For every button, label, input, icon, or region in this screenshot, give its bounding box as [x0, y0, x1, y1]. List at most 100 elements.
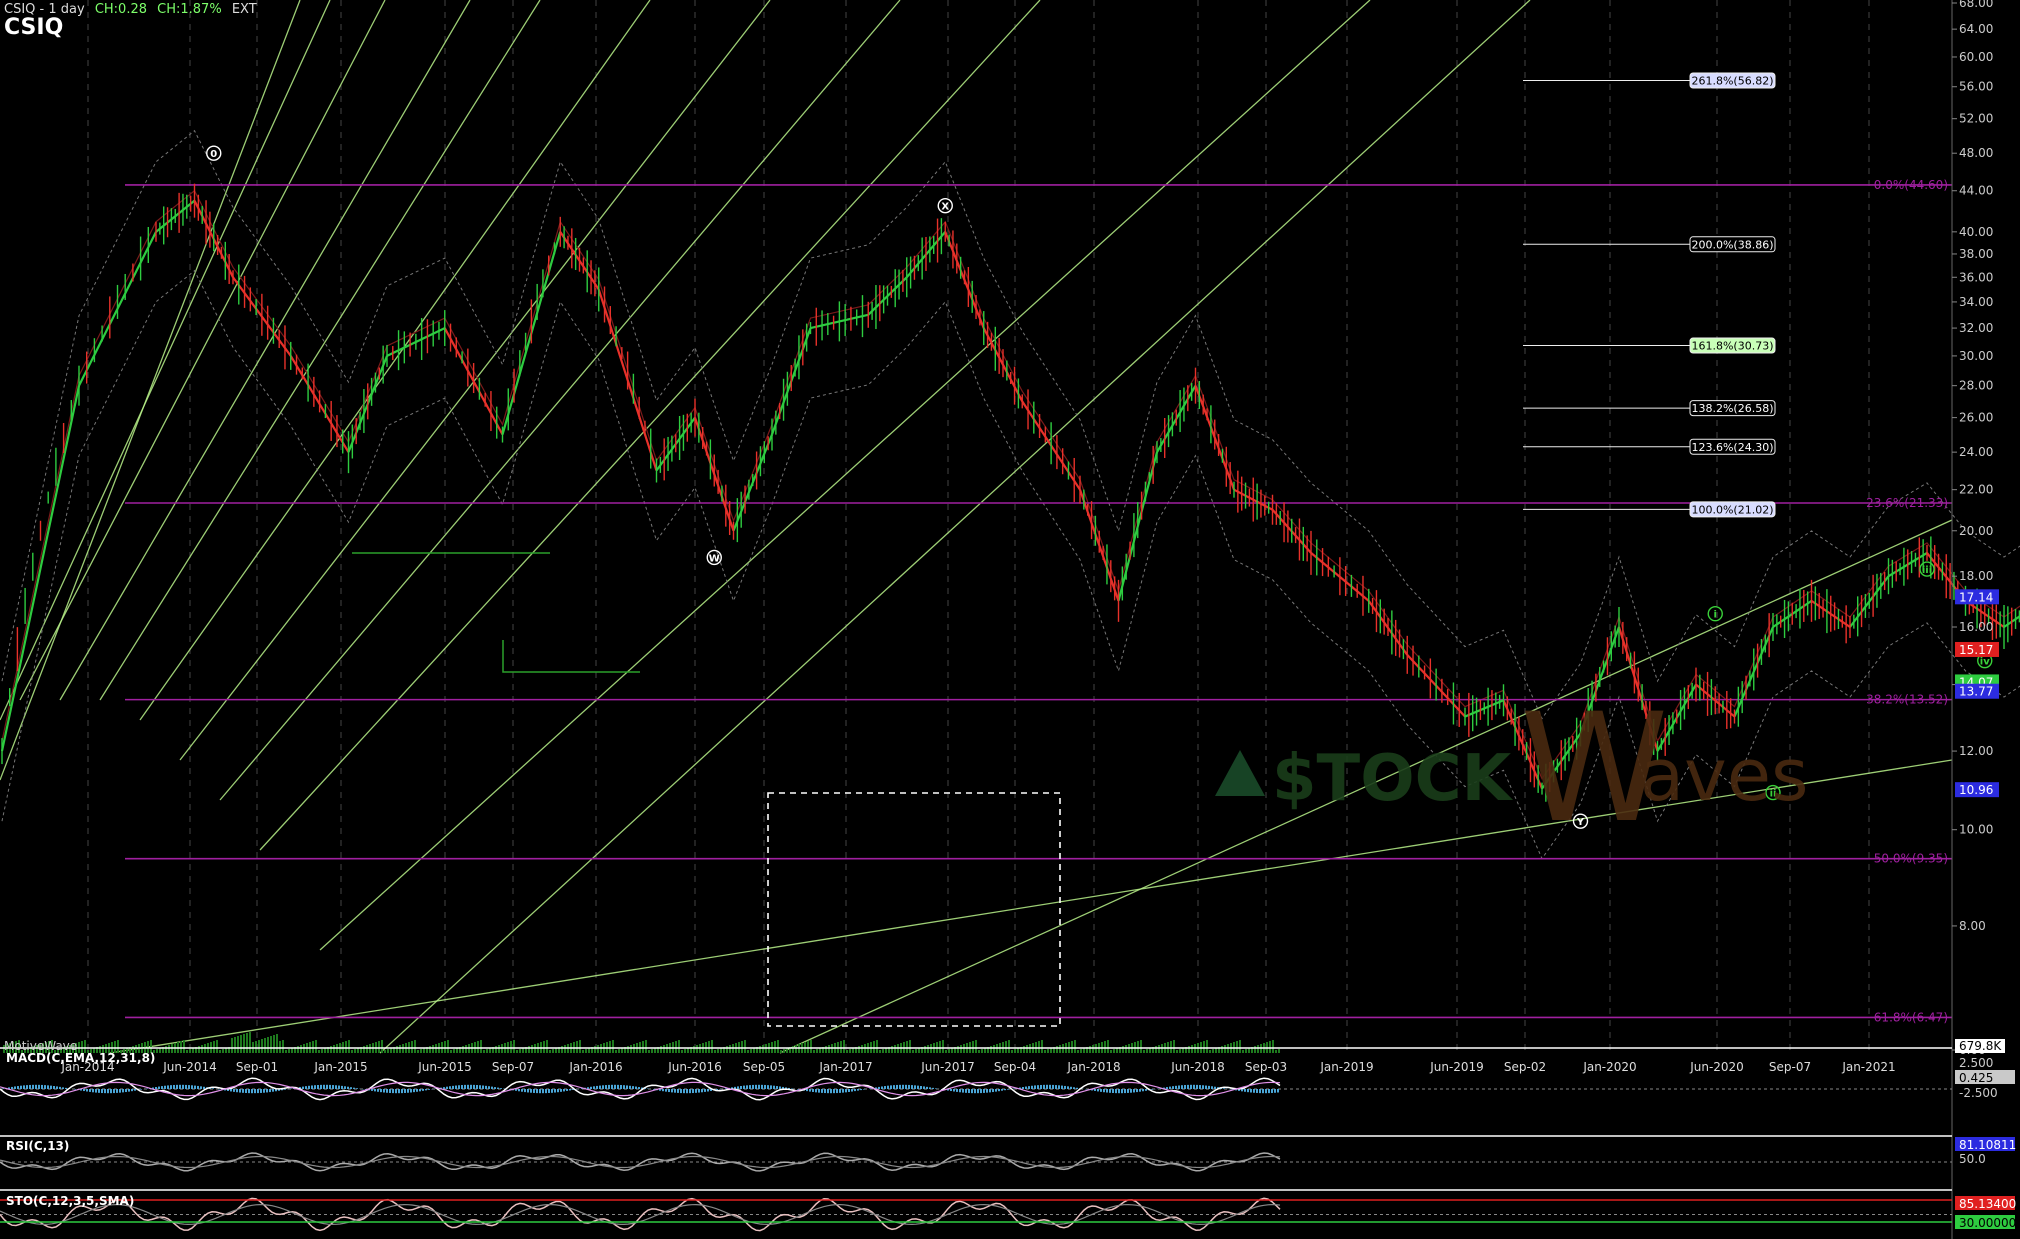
price-axis: 68.00 64.00 60.00 56.00 52.00 48.00 44.00 40.00…: [1951, 0, 1993, 1239]
price-tag-label: 10.96: [1959, 783, 1993, 797]
x-tick-label: Jan-2021: [1841, 1060, 1895, 1074]
gann-fan: [0, 0, 1953, 1054]
fib-extension-label: 261.8%(56.82): [1691, 74, 1773, 87]
macd-pane: 2.5000.425-2.500: [0, 1047, 2015, 1101]
wave-label: iv: [1980, 657, 1990, 668]
x-tick-label: Sep-04: [994, 1060, 1036, 1074]
wave-label: 0: [210, 149, 217, 160]
annotation-boxes: [352, 552, 1061, 1027]
y-tick-label: 12.00: [1959, 744, 1993, 758]
y-tick-label: 44.00: [1959, 184, 1993, 198]
x-tick-label: Jan-2020: [1582, 1060, 1636, 1074]
green-bracket: [502, 640, 640, 673]
stochastic-pane: 85.13400 30.00000: [0, 1189, 2016, 1232]
wave-label: iii: [1922, 565, 1932, 576]
macd-title: MACD(C,EMA,12,31,8): [6, 1051, 156, 1065]
pane-axis-label: 81.10811: [1959, 1138, 2016, 1152]
y-tick-label: 16.00: [1959, 620, 1993, 634]
x-tick-label: Sep-02: [1504, 1060, 1546, 1074]
x-tick-label: Sep-07: [492, 1060, 534, 1074]
y-tick-label: 30.00: [1959, 349, 1993, 363]
watermark-aves: aves: [1640, 733, 1809, 817]
chart-header: CSIQ - 1 day CH:0.28 CH:1.87% EXT CSIQ: [4, 2, 263, 39]
y-tick-label: 56.00: [1959, 80, 1993, 94]
gann-line: [179, 0, 771, 761]
price-segment: [0, 385, 81, 752]
watermark-stock: $TOCK: [1272, 742, 1514, 816]
change-abs: CH:0.28: [94, 2, 147, 17]
session-label[interactable]: EXT: [232, 2, 257, 17]
watermark-triangle: [1215, 750, 1265, 796]
gann-line: [19, 0, 386, 701]
pane-axis-label: -2.500: [1959, 1086, 1998, 1100]
x-tick-label: Jan-2015: [313, 1060, 367, 1074]
wave-label: W: [709, 553, 720, 564]
sto-title: STO(C,12,3,5,SMA): [6, 1194, 135, 1208]
y-tick-label: 40.00: [1959, 225, 1993, 239]
pane-axis-label: 2.500: [1959, 1056, 1993, 1070]
x-tick-label: Jun-2019: [1429, 1060, 1484, 1074]
fib-extension-label: 200.0%(38.86): [1691, 238, 1773, 251]
pane-axis-label: 50.0: [1959, 1152, 1986, 1166]
x-tick-label: Sep-05: [743, 1060, 785, 1074]
y-tick-label: 60.00: [1959, 50, 1993, 64]
price-tag-label: 13.77: [1959, 685, 1993, 699]
x-tick-label: Sep-03: [1245, 1060, 1287, 1074]
gann-line: [319, 0, 1371, 951]
volume-bars: [3, 1032, 1280, 1053]
pane-axis-label: 85.13400: [1959, 1197, 2016, 1211]
x-tick-label: Jun-2017: [920, 1060, 975, 1074]
fib-extension-label: 100.0%(21.02): [1691, 503, 1773, 516]
ticker-title: CSIQ: [4, 15, 64, 40]
change-pct: CH:1.87%: [157, 2, 222, 17]
x-tick-label: Sep-01: [236, 1060, 278, 1074]
x-tick-label: Jan-2017: [818, 1060, 872, 1074]
price-tag-label: 17.14: [1959, 590, 1993, 604]
y-tick-label: 36.00: [1959, 270, 1993, 284]
pane-axis-label: 0.425: [1959, 1071, 1993, 1085]
y-tick-label: 64.00: [1959, 22, 1993, 36]
gann-line: [379, 0, 1531, 1054]
grid: [87, 0, 1870, 1053]
wave-label: X: [941, 202, 949, 213]
fib-extension-label: 138.2%(26.58): [1691, 402, 1773, 415]
fib-label: 23.6%(21.33): [1866, 496, 1948, 510]
y-tick-label: 38.00: [1959, 247, 1993, 261]
x-tick-label: Jan-2016: [568, 1060, 622, 1074]
chart-canvas[interactable]: 0.0%(44.60) 23.6%(21.33) 38.2%(13.52) 50.0%…: [0, 0, 2020, 1239]
volume-tag-label: 679.8K: [1959, 1039, 2002, 1053]
fib-extension-label: 161.8%(30.73): [1691, 340, 1773, 353]
y-tick-label: 52.00: [1959, 112, 1993, 126]
fib-label: 50.0%(9.35): [1874, 852, 1948, 866]
x-tick-label: Jun-2015: [417, 1060, 472, 1074]
time-axis: Jan-2014 Jun-2014 Sep-01 Jan-2015 Jun-2015 Se…: [60, 1060, 1895, 1074]
x-tick-label: Jun-2014: [162, 1060, 217, 1074]
y-tick-label: 24.00: [1959, 445, 1993, 459]
x-tick-label: Jun-2018: [1170, 1060, 1225, 1074]
y-tick-label: 32.00: [1959, 321, 1993, 335]
y-tick-label: 20.00: [1959, 524, 1993, 538]
fib-extensions: 261.8%(56.82) 200.0%(38.86) 161.8%(30.73) 1…: [1523, 72, 1776, 518]
y-tick-label: 48.00: [1959, 146, 1993, 160]
wave-label: i: [1714, 610, 1717, 621]
fib-label: 0.0%(44.60): [1874, 178, 1948, 192]
x-tick-label: Jan-2018: [1066, 1060, 1120, 1074]
y-tick-label: 10.00: [1959, 823, 1993, 837]
y-tick-label: 22.00: [1959, 483, 1993, 497]
y-tick-label: 26.00: [1959, 411, 1993, 425]
y-tick-label: 28.00: [1959, 379, 1993, 393]
gann-line: [59, 0, 471, 701]
fib-extension-label: 123.6%(24.30): [1691, 441, 1773, 454]
x-tick-label: Jan-2019: [1319, 1060, 1373, 1074]
price-tag-label: 15.17: [1959, 643, 1993, 657]
rsi-title: RSI(C,13): [6, 1139, 70, 1153]
y-tick-label: 8.00: [1959, 919, 1986, 933]
gann-line: [139, 0, 651, 721]
x-tick-label: Sep-07: [1769, 1060, 1811, 1074]
gann-line: [0, 0, 331, 721]
y-tick-label: 34.00: [1959, 295, 1993, 309]
fib-retracements: 0.0%(44.60) 23.6%(21.33) 38.2%(13.52) 50.0%…: [125, 178, 1952, 1024]
fib-label: 38.2%(13.52): [1866, 693, 1948, 707]
x-tick-label: Jun-2020: [1689, 1060, 1744, 1074]
gann-line: [259, 0, 1041, 851]
